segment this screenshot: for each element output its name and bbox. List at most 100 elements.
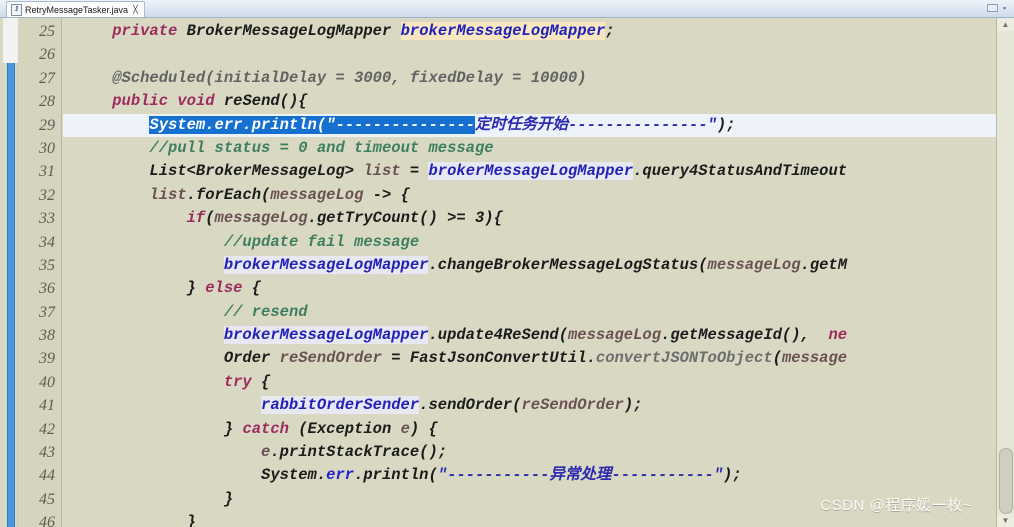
code-token: catch [242,419,289,438]
code-token: messageLog [707,255,801,274]
code-token: .getM [800,255,848,274]
code-token: reSendOrder [521,396,624,415]
code-line[interactable]: private BrokerMessageLogMapper brokerMes… [63,20,996,43]
line-number: 35 [39,256,55,274]
code-line[interactable]: //update fail message [63,231,996,254]
line-number: 28 [39,93,55,111]
maximize-button[interactable]: ▪ [1003,4,1010,13]
code-token: try [223,372,252,391]
marker-bar-empty-region [3,18,18,63]
code-line[interactable]: @Scheduled(initialDelay = 3000, fixedDel… [63,67,996,90]
code-line[interactable] [63,43,996,66]
code-line[interactable]: try { [63,371,996,394]
line-number: 27 [39,69,55,87]
code-token: .printStackTrace(); [270,443,448,462]
code-token: .query4StatusAndTimeout [633,162,848,181]
code-line[interactable]: list.forEach(messageLog -> { [63,184,996,207]
window-controls: ▪ [987,4,1010,13]
code-token: .forEach( [186,185,271,204]
code-token: ); [716,115,736,134]
code-line[interactable]: System.err.println("-----------异常处理-----… [63,464,996,487]
code-token: -> { [363,185,410,204]
code-token: messageLog [270,185,364,204]
code-line[interactable]: brokerMessageLogMapper.changeBrokerMessa… [63,254,996,277]
scrollbar-thumb[interactable] [999,448,1013,514]
code-editor-window: J RetryMessageTasker.java ╳ ▪ 25 26 27 28 29… [0,0,1014,527]
code-token: .changeBrokerMessageLogStatus( [428,255,708,274]
minimize-button[interactable] [987,4,998,12]
code-line[interactable]: e.printStackTrace(); [63,441,996,464]
code-token: .getTryCount() >= 3){ [307,209,503,228]
code-line[interactable]: Order reSendOrder = FastJsonConvertUtil.… [63,347,996,370]
code-token: rabbitOrderSender [261,396,420,415]
code-token: ( [772,349,782,368]
code-line[interactable]: System.err.println("---------------定时任务开… [63,113,996,137]
scroll-up-arrow-icon[interactable]: ▲ [997,18,1014,31]
code-content[interactable]: private BrokerMessageLogMapper brokerMes… [63,18,996,527]
code-token: ); [623,396,643,415]
code-token: list [363,162,401,181]
code-token: // resend [223,302,308,321]
scroll-down-arrow-icon[interactable]: ▼ [997,514,1014,527]
code-token: } [75,513,196,527]
code-line[interactable]: public void reSend(){ [63,90,996,113]
code-token: e [400,419,410,438]
code-token: .getMessageId(), [661,326,829,345]
line-number: 37 [39,303,55,321]
line-number: 33 [39,210,55,228]
code-token: } [75,419,243,438]
code-token: if [186,209,206,228]
annotation-marker-bar[interactable] [0,18,18,527]
code-token: ne [828,326,848,345]
code-token: @Scheduled(initialDelay = 3000, fixedDel… [112,68,587,87]
code-token: { [251,372,271,391]
line-number: 41 [39,397,55,415]
code-token: .println( [354,466,438,485]
code-line[interactable]: } catch (Exception e) { [63,418,996,441]
overview-ruler-scrollbar[interactable]: ▲ ▼ [996,18,1014,527]
line-number: 36 [39,280,55,298]
line-number: 25 [39,23,55,40]
code-token: .update4ReSend( [428,326,568,345]
code-token: //update fail message [223,232,420,251]
code-token: messageLog [568,326,662,345]
code-line[interactable]: } else { [63,277,996,300]
code-token: .sendOrder( [419,396,522,415]
code-line[interactable]: List<BrokerMessageLog> list = brokerMess… [63,160,996,183]
line-number: 44 [39,467,55,485]
code-line[interactable]: if(messageLog.getTryCount() >= 3){ [63,207,996,230]
line-number: 32 [39,186,55,204]
code-token: } [75,489,234,508]
code-token: convertJSONToObject [595,349,773,368]
code-token: e [261,443,271,462]
code-line[interactable]: rabbitOrderSender.sendOrder(reSendOrder)… [63,394,996,417]
code-token: (Exception [288,419,401,438]
code-token: 定时任务开始---------------" [474,115,717,134]
code-line[interactable]: // resend [63,301,996,324]
line-number: 40 [39,373,55,391]
code-line[interactable]: brokerMessageLogMapper.update4ReSend(mes… [63,324,996,347]
code-line[interactable]: //pull status = 0 and timeout message [63,137,996,160]
code-token: ( [205,209,215,228]
code-token: private [112,22,178,40]
close-icon[interactable]: ╳ [133,5,138,14]
line-number: 26 [39,46,55,64]
code-token: List<BrokerMessageLog> [149,162,364,181]
code-token: Order [223,349,280,368]
editor-tab-retrymessagetasker[interactable]: J RetryMessageTasker.java ╳ [6,1,145,17]
code-token: brokerMessageLogMapper [428,162,634,181]
line-number: 45 [39,490,55,508]
code-token: brokerMessageLogMapper [400,22,606,40]
